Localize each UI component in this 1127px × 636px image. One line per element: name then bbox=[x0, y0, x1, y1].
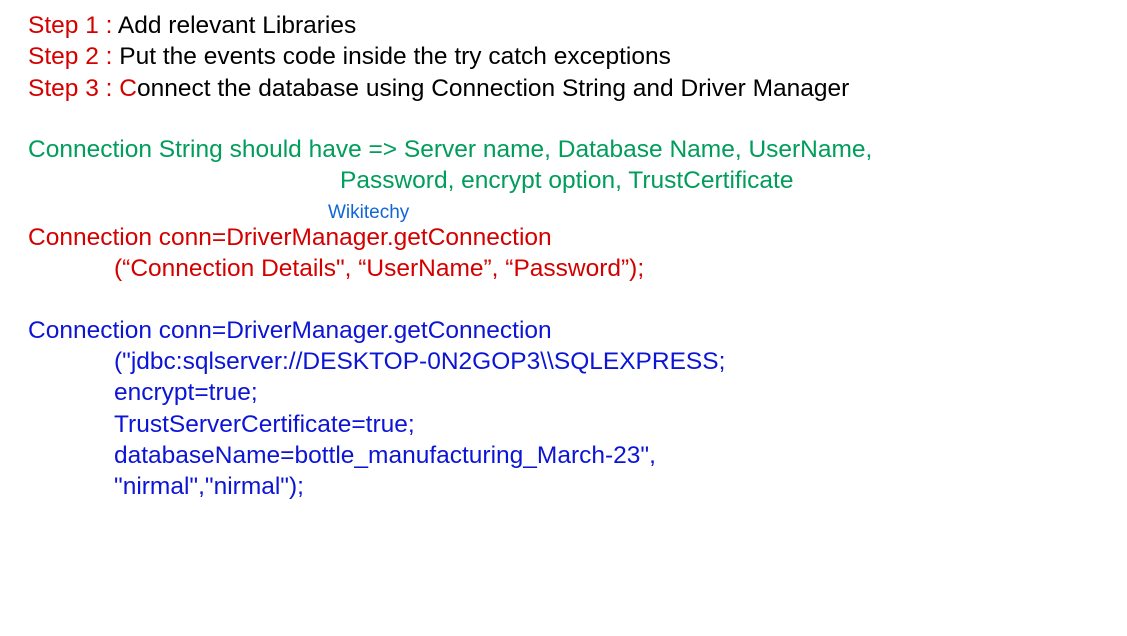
step-1-text: Add relevant Libraries bbox=[118, 12, 356, 39]
step-3-text: onnect the database using Connection Str… bbox=[137, 75, 849, 102]
step-3-c: C bbox=[119, 75, 137, 102]
example2-line2: ("jdbc:sqlserver://DESKTOP-0N2GOP3\\SQLE… bbox=[28, 346, 1119, 377]
step-1: Step 1 : Add relevant Libraries bbox=[28, 10, 1119, 41]
example1-line2: (“Connection Details", “UserName”, “Pass… bbox=[28, 253, 1119, 284]
example2-line4: TrustServerCertificate=true; bbox=[28, 409, 1119, 440]
step-3: Step 3 : Connect the database using Conn… bbox=[28, 73, 1119, 104]
example2-line5: databaseName=bottle_manufacturing_March-… bbox=[28, 440, 1119, 471]
example2-line6: "nirmal","nirmal"); bbox=[28, 471, 1119, 502]
step-2-label: Step 2 : bbox=[28, 43, 119, 70]
step-3-label: Step 3 : bbox=[28, 75, 119, 102]
example1-line1: Connection conn=DriverManager.getConnect… bbox=[28, 222, 1119, 253]
watermark-text: Wikitechy bbox=[28, 203, 1119, 222]
step-2-text: Put the events code inside the try catch… bbox=[119, 43, 671, 70]
example2-line3: encrypt=true; bbox=[28, 377, 1119, 408]
conn-string-note-line1: Connection String should have => Server … bbox=[28, 134, 1119, 165]
conn-string-note-line2: Password, encrypt option, TrustCertifica… bbox=[28, 165, 1119, 196]
step-1-label: Step 1 : bbox=[28, 12, 118, 39]
example2-line1: Connection conn=DriverManager.getConnect… bbox=[28, 315, 1119, 346]
step-2: Step 2 : Put the events code inside the … bbox=[28, 41, 1119, 72]
